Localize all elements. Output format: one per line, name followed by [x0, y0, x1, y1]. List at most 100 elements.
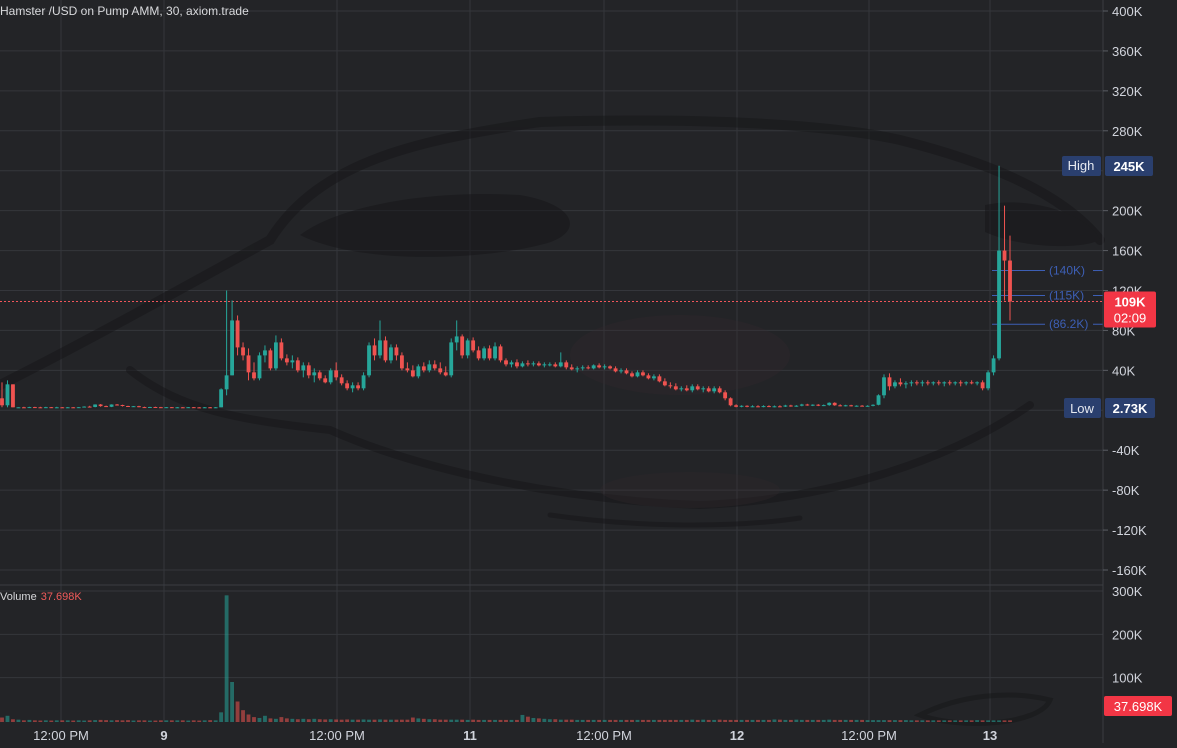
- chart-svg[interactable]: (140K) (115K) (86.2K) 400K 360K 320K 280K 200K…: [0, 0, 1177, 743]
- candle-body: [997, 250, 1001, 359]
- volume-legend-value: 37.698K: [40, 591, 82, 603]
- candle-body: [651, 376, 656, 379]
- candle-body: [942, 382, 947, 384]
- volume-tick-label: 300K: [1112, 584, 1143, 599]
- volume-bar: [810, 719, 815, 722]
- candle-body: [361, 375, 366, 389]
- candle-body: [383, 340, 388, 361]
- volume-bar: [219, 712, 224, 722]
- volume-bar: [525, 716, 530, 722]
- volume-bar: [323, 719, 328, 722]
- volume-bar: [104, 720, 109, 722]
- candle-body: [646, 375, 651, 379]
- volume-bar: [493, 719, 497, 722]
- volume-bar: [164, 720, 169, 722]
- low-value: 2.73K: [1113, 401, 1148, 416]
- candle-body: [865, 405, 870, 407]
- candle-body: [290, 360, 295, 363]
- candle-body: [860, 405, 865, 407]
- volume-bar: [531, 717, 536, 722]
- volume-bar: [871, 720, 875, 722]
- candle-body: [32, 407, 37, 409]
- volume-bar: [860, 719, 865, 722]
- volume-bar: [777, 719, 782, 722]
- current-price-countdown: 02:09: [1114, 310, 1147, 325]
- candle-body: [525, 363, 530, 365]
- volume-bar: [454, 719, 459, 722]
- candle-body: [602, 366, 607, 368]
- candle-body: [745, 405, 749, 407]
- price-tick-label: 400K: [1112, 4, 1143, 19]
- candle-body: [1002, 250, 1007, 261]
- candle-body: [750, 406, 755, 408]
- volume-bar: [608, 719, 613, 722]
- time-label: 13: [983, 728, 997, 743]
- chart-area[interactable]: (140K) (115K) (86.2K) 400K 360K 320K 280K 200K…: [0, 0, 1177, 743]
- candle-body: [120, 404, 125, 406]
- candle-body: [235, 320, 240, 348]
- candle-body: [5, 384, 10, 406]
- volume-bar: [416, 718, 421, 722]
- price-tick-label: 160K: [1112, 244, 1143, 259]
- candle-body: [898, 382, 903, 385]
- candle-body: [542, 364, 547, 366]
- candle-body: [575, 368, 580, 370]
- candle-body: [246, 355, 251, 373]
- volume-bar: [673, 719, 678, 722]
- volume-bar: [964, 720, 969, 722]
- volume-bar: [953, 720, 958, 722]
- volume-bar: [816, 719, 821, 722]
- candle-body: [723, 392, 728, 399]
- candle-body: [224, 375, 229, 390]
- volume-bar: [241, 710, 245, 722]
- candle-body: [531, 363, 536, 365]
- volume-bar: [290, 718, 295, 722]
- volume-tick-label: 100K: [1112, 671, 1143, 686]
- volume-bar: [394, 719, 399, 722]
- volume-bar: [750, 719, 755, 722]
- volume-bar: [465, 719, 470, 722]
- candle-body: [421, 366, 426, 371]
- candle-body: [701, 388, 706, 390]
- candle-body: [509, 362, 514, 365]
- price-tick-label: -80K: [1112, 483, 1140, 498]
- volume-bar: [147, 720, 152, 722]
- candle-body: [334, 370, 339, 378]
- volume-bar: [449, 719, 454, 722]
- volume-bar: [93, 720, 98, 722]
- volume-bar: [202, 720, 207, 722]
- candle-body: [728, 398, 733, 406]
- candle-body: [131, 406, 136, 408]
- price-tick-label: 40K: [1112, 363, 1135, 378]
- current-price-value: 109K: [1114, 294, 1146, 309]
- candle-body: [991, 358, 996, 373]
- volume-bar: [849, 719, 854, 722]
- volume-axis[interactable]: 300K 200K 100K: [1112, 584, 1143, 686]
- candle-body: [767, 406, 771, 408]
- candle-body: [914, 382, 919, 384]
- volume-bar: [942, 720, 947, 722]
- volume-bar: [356, 719, 361, 722]
- volume-bar: [284, 718, 289, 722]
- candle-body: [142, 407, 147, 409]
- high-value: 245K: [1113, 159, 1145, 174]
- price-axis[interactable]: 400K360K320K280K200K160K120K80K40K-40K-8…: [1103, 4, 1147, 578]
- time-label: 12: [730, 728, 744, 743]
- volume-bar: [257, 717, 262, 722]
- candle-body: [635, 372, 640, 377]
- candle-body: [909, 382, 914, 384]
- volume-bar: [367, 719, 371, 722]
- candle-body: [93, 404, 98, 407]
- candle-body: [202, 407, 207, 409]
- volume-bar: [723, 719, 728, 722]
- volume-bar: [619, 719, 623, 722]
- volume-tick-label: 200K: [1112, 627, 1143, 642]
- candle-body: [487, 348, 492, 359]
- candle-body: [772, 406, 777, 408]
- candle-body: [931, 382, 936, 384]
- time-axis[interactable]: 12:00 PM 9 12:00 PM 11 12:00 PM 12 12:00 PM 13: [33, 728, 997, 743]
- volume-bar: [706, 719, 711, 722]
- candle-body: [471, 340, 476, 351]
- volume-bar: [230, 682, 235, 722]
- candle-body: [1008, 260, 1012, 302]
